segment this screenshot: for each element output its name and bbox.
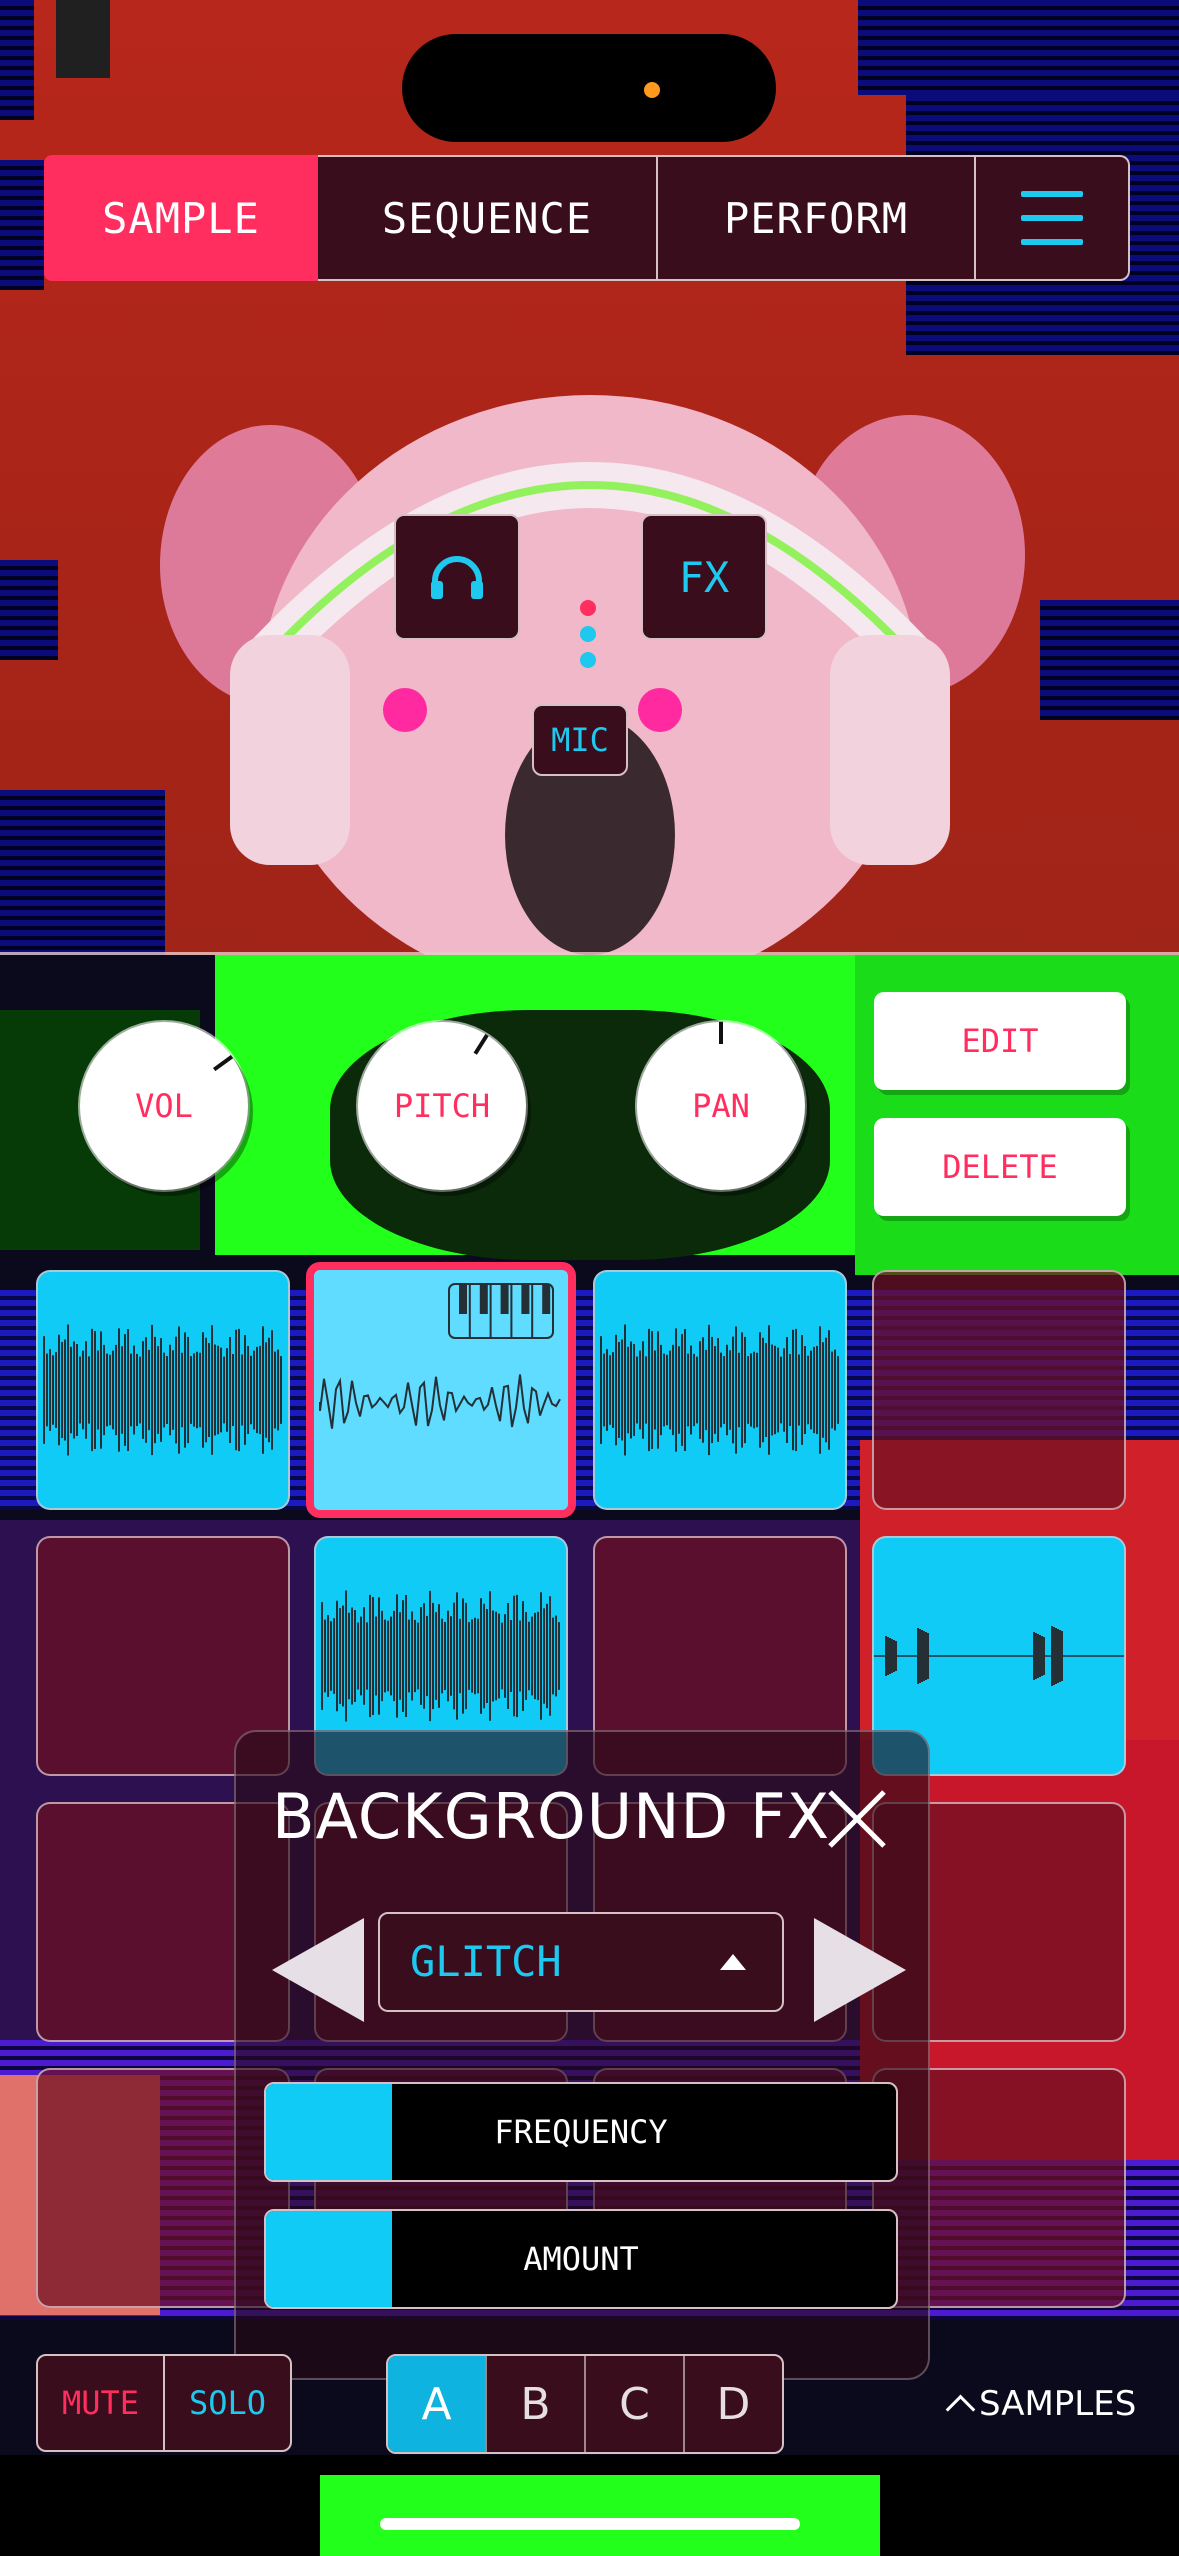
previous-effect-arrow-icon[interactable] (272, 1918, 364, 2022)
tab-perform[interactable]: PERFORM (658, 155, 976, 281)
glitch-stripes (858, 0, 1179, 95)
level-dot (580, 652, 596, 668)
bank-d-button[interactable]: D (685, 2356, 782, 2452)
slider-label: AMOUNT (523, 2240, 639, 2278)
mute-solo-group: MUTE SOLO (36, 2354, 292, 2452)
chevron-up-icon (945, 2394, 976, 2424)
samples-drawer-button[interactable]: SAMPLES (945, 2384, 1137, 2424)
solo-button[interactable]: SOLO (165, 2356, 290, 2450)
level-dot (580, 600, 596, 616)
hamburger-menu-icon (1021, 191, 1083, 245)
app-root: SAMPLE SEQUENCE PERFORM FX MIC VOL PITCH… (0, 0, 1179, 2556)
bank-selector: A B C D (386, 2354, 784, 2454)
home-indicator (380, 2518, 800, 2530)
pad-r1-c4[interactable] (872, 1270, 1126, 1510)
top-nav: SAMPLE SEQUENCE PERFORM (44, 155, 1130, 281)
mute-button[interactable]: MUTE (38, 2356, 165, 2450)
level-dot (580, 626, 596, 642)
section-divider (0, 952, 1179, 955)
pitch-knob-label: PITCH (393, 1087, 491, 1125)
effect-select-value: GLITCH (410, 1937, 562, 1986)
mic-button[interactable]: MIC (532, 704, 628, 776)
pad-r1-c3[interactable] (593, 1270, 847, 1510)
headphones-icon (431, 556, 483, 599)
camera-indicator-dot (644, 82, 660, 98)
vol-knob-label: VOL (135, 1087, 193, 1125)
fx-button[interactable]: FX (641, 514, 767, 640)
edit-button[interactable]: EDIT (874, 992, 1126, 1090)
samples-label: SAMPLES (979, 2384, 1137, 2424)
waveform (319, 1283, 561, 1429)
pad-r1-c2[interactable] (306, 1262, 576, 1518)
bank-c-button[interactable]: C (586, 2356, 685, 2452)
menu-button[interactable] (976, 155, 1130, 281)
pan-knob[interactable]: PAN (637, 1022, 805, 1190)
effect-select[interactable]: GLITCH (378, 1912, 784, 2012)
glitch-block (56, 0, 110, 78)
frequency-slider[interactable]: FREQUENCY (264, 2082, 898, 2182)
waveform (43, 1324, 282, 1456)
glitch-block (320, 2475, 880, 2556)
bank-b-button[interactable]: B (487, 2356, 586, 2452)
next-effect-arrow-icon[interactable] (814, 1918, 906, 2022)
glitch-stripes (0, 560, 58, 660)
bank-a-button[interactable]: A (388, 2356, 487, 2452)
panel-title: BACKGROUND FX (272, 1780, 831, 1853)
waveform (600, 1324, 839, 1456)
tab-sample[interactable]: SAMPLE (44, 155, 318, 281)
vol-knob[interactable]: VOL (80, 1022, 248, 1190)
dynamic-island (402, 34, 776, 142)
slider-label: FREQUENCY (494, 2113, 668, 2151)
glitch-stripes (0, 160, 44, 290)
glitch-stripes (0, 0, 34, 120)
glitch-stripes (1040, 600, 1179, 720)
pitch-knob[interactable]: PITCH (358, 1022, 526, 1190)
close-icon[interactable] (826, 1788, 888, 1850)
glitch-stripes (0, 790, 165, 955)
tab-sequence[interactable]: SEQUENCE (318, 155, 658, 281)
pan-knob-label: PAN (692, 1087, 750, 1125)
delete-button[interactable]: DELETE (874, 1118, 1126, 1216)
pad-r1-c1[interactable] (36, 1270, 290, 1510)
headphones-button[interactable] (394, 514, 520, 640)
caret-up-icon (720, 1954, 746, 1970)
amount-slider[interactable]: AMOUNT (264, 2209, 898, 2309)
